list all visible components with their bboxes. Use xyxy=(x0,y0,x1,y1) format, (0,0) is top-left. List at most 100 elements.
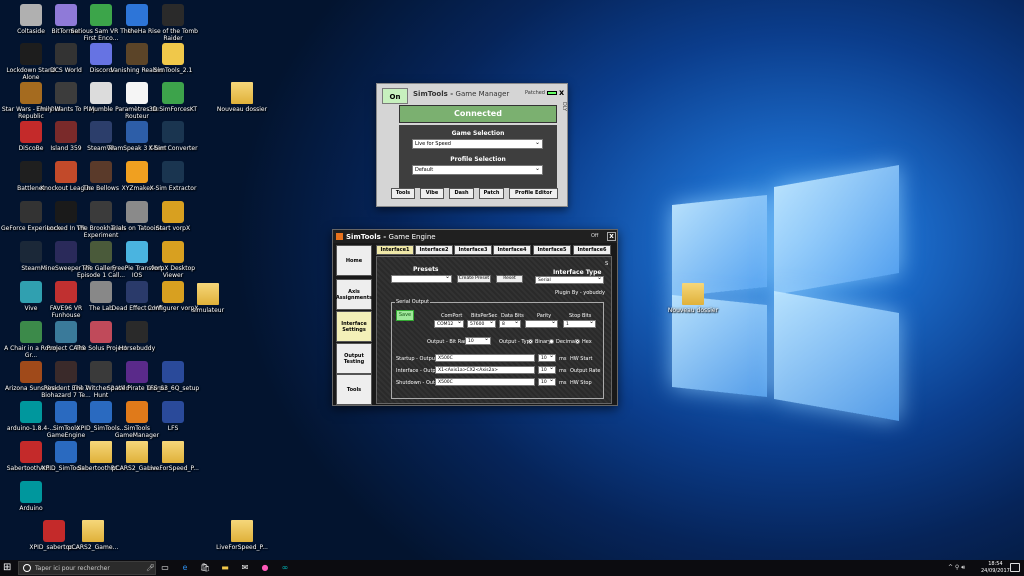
search-placeholder: Taper ici pour rechercher xyxy=(35,565,110,572)
stopbits-dropdown[interactable]: 1 xyxy=(563,320,596,328)
comport-label: ComPort xyxy=(441,313,463,319)
task-view-icon[interactable]: ▭ xyxy=(160,563,170,573)
clock[interactable]: 18:54 24/09/2017 xyxy=(981,561,1010,575)
sidebar-tools[interactable]: Tools xyxy=(336,374,372,405)
interface-output-field[interactable]: X1<Axis1a>CX2<Axis2a> xyxy=(435,366,535,374)
maps-icon[interactable]: ● xyxy=(260,563,270,573)
presets-dropdown[interactable] xyxy=(391,275,452,283)
tab-dash[interactable]: Dash xyxy=(449,188,474,199)
reset-button[interactable]: Reset xyxy=(496,275,523,283)
system-tray-icons[interactable]: ^ ⚲ 🔊︎ xyxy=(948,564,965,572)
shutdown-output-field[interactable]: X500C xyxy=(435,378,535,386)
microphone-icon[interactable]: 🎤︎ xyxy=(146,564,155,572)
desktop-icon[interactable]: simulateur xyxy=(177,283,239,333)
tab-interface5[interactable]: Interface5 xyxy=(533,245,571,255)
patched-indicator: Patched xyxy=(525,90,557,96)
folder-icon xyxy=(231,520,253,542)
folder-icon xyxy=(682,283,704,305)
sidebar-home[interactable]: Home xyxy=(336,245,372,276)
desktop-icon-label: SimTools_2.1 xyxy=(153,67,193,74)
desktop-icon-label: Arduino xyxy=(19,505,43,512)
tab-tools[interactable]: Tools xyxy=(391,188,415,199)
app-icon xyxy=(162,241,184,263)
notification-icon[interactable] xyxy=(1010,563,1020,572)
comport-dropdown[interactable]: COM12 xyxy=(434,320,464,328)
game-selection-dropdown[interactable]: Live for Speed xyxy=(412,138,543,149)
databits-dropdown[interactable]: 8 xyxy=(499,320,521,328)
tab-profile-editor[interactable]: Profile Editor xyxy=(509,188,558,199)
tab-interface3[interactable]: Interface3 xyxy=(454,245,492,255)
app-icon xyxy=(162,82,184,104)
startup-output-label: Startup - Output xyxy=(396,356,437,362)
desktop-icon-label: vorpX Desktop Viewer xyxy=(150,265,196,279)
desktop-icon-label: LFS_S3_6Q_setup xyxy=(146,385,200,392)
simtools-logo-icon xyxy=(336,233,343,240)
bitspersec-label: BitsPerSec xyxy=(471,313,498,319)
app-icon xyxy=(162,361,184,383)
profile-selection-dropdown[interactable]: Default xyxy=(412,164,543,175)
serial-output-label: Serial Output xyxy=(395,299,431,305)
selection-panel: Game Selection Live for Speed Profile Se… xyxy=(399,125,557,188)
desktop-icon-label: Horsebuddy xyxy=(118,345,156,352)
decimal-label: Decimal xyxy=(556,339,577,345)
game-manager-title: SimTools - Game Manager xyxy=(413,90,510,98)
tab-interface2[interactable]: Interface2 xyxy=(415,245,453,255)
shutdown-ms-dropdown[interactable]: 10 xyxy=(538,378,556,386)
tab-interface6[interactable]: Interface6 xyxy=(573,245,611,255)
folder-icon xyxy=(82,520,104,542)
mail-icon[interactable]: ✉ xyxy=(240,563,250,573)
tab-interface4[interactable]: Interface4 xyxy=(493,245,531,255)
windows-start-icon[interactable]: ⊞ xyxy=(3,563,13,573)
bit-range-dropdown[interactable]: 10 xyxy=(465,337,491,345)
radio-hex[interactable] xyxy=(575,339,580,344)
startup-ms-dropdown[interactable]: 10 xyxy=(538,354,556,362)
game-manager-window: On SimTools - Game Manager Patched x DLY… xyxy=(376,83,568,207)
parity-dropdown[interactable] xyxy=(525,320,558,328)
desktop-icon[interactable]: Nouveau dossier xyxy=(662,283,724,333)
app-icon xyxy=(162,121,184,143)
sidebar-output-testing[interactable]: Output Testing xyxy=(336,343,372,374)
on-button[interactable]: On xyxy=(382,88,408,104)
interface-ms-dropdown[interactable]: 10 xyxy=(538,366,556,374)
folder-icon xyxy=(231,82,253,104)
interface-type-dropdown[interactable]: Serial xyxy=(535,276,604,284)
folder-icon xyxy=(197,283,219,305)
output-rate-label: Output Rate xyxy=(570,368,601,374)
presets-label: Presets xyxy=(413,266,439,273)
app-icon xyxy=(162,201,184,223)
save-button[interactable]: Save xyxy=(396,310,414,321)
tab-vibe[interactable]: Vibe xyxy=(420,188,444,199)
hex-label: Hex xyxy=(582,339,592,345)
desktop-icon-label: Nouveau dossier xyxy=(667,307,719,314)
close-button[interactable]: x xyxy=(607,232,616,241)
app-icon xyxy=(20,481,42,503)
connection-status: Connected xyxy=(399,105,557,123)
desktop-icon[interactable]: Nouveau dossier xyxy=(211,82,273,132)
desktop-icon-label: LFS xyxy=(167,425,179,432)
plugin-author: Plugin By - yobuddy xyxy=(555,290,605,296)
sidebar-interface-settings[interactable]: Interface Settings xyxy=(336,311,372,342)
store-icon[interactable]: 🛍︎ xyxy=(200,563,210,573)
startup-output-field[interactable]: X500C xyxy=(435,354,535,362)
taskbar: ⊞ Taper ici pour rechercher 🎤︎ ▭ e 🛍︎ ▬ … xyxy=(0,560,1024,576)
desktop-icon-label: X-Sim Converter xyxy=(148,145,198,152)
create-preset-button[interactable]: Create Preset xyxy=(457,275,491,283)
search-box[interactable]: Taper ici pour rechercher 🎤︎ xyxy=(18,561,156,575)
bitspersec-dropdown[interactable]: 57600 xyxy=(467,320,496,328)
ms-label: ms xyxy=(559,368,567,374)
sidebar-axis-assignments[interactable]: Axis Assignments xyxy=(336,279,372,310)
tab-interface1[interactable]: Interface1 xyxy=(376,245,414,255)
desktop-icon[interactable]: LiveForSpeed_P... xyxy=(142,441,204,491)
radio-decimal[interactable] xyxy=(549,339,554,344)
app-icon xyxy=(162,161,184,183)
file-explorer-icon[interactable]: ▬ xyxy=(220,563,230,573)
edge-icon[interactable]: e xyxy=(180,563,190,573)
arduino-taskbar-icon[interactable]: ∞ xyxy=(280,563,290,573)
desktop-icon-label: X-Sim Extractor xyxy=(149,185,197,192)
hw-start-label: HW Start xyxy=(570,356,593,362)
desktop-icon-label: Start vorpX xyxy=(155,225,191,232)
parity-label: Parity xyxy=(537,313,552,319)
tab-patch[interactable]: Patch xyxy=(479,188,504,199)
radio-binary[interactable] xyxy=(528,339,533,344)
close-button[interactable]: x xyxy=(559,88,564,97)
